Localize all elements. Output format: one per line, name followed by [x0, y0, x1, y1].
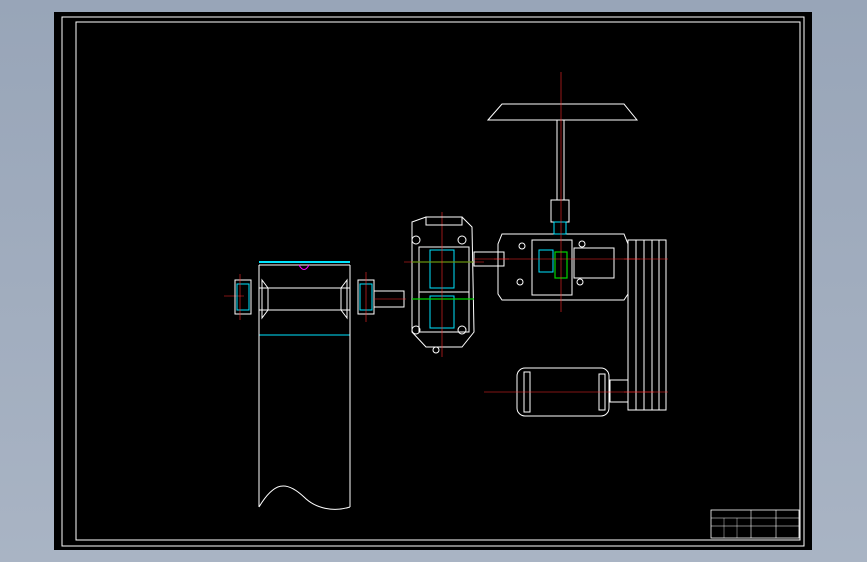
bevel-bolt-2: [578, 240, 586, 248]
drum-end-hub-left: [261, 278, 269, 320]
drum-end-hub-right: [340, 278, 348, 320]
inner-frame-border: [75, 21, 801, 541]
reducer-upper-gear-section: [418, 246, 470, 293]
reducer-top-cap: [425, 216, 463, 226]
drum-conveyor: [224, 261, 406, 510]
bevel-pinion: [538, 249, 554, 273]
reducer-drain-plug: [432, 346, 440, 354]
drum-shell-outline: [259, 264, 350, 336]
reducer-bolt-top-left: [411, 235, 421, 245]
drum-shaft: [259, 287, 350, 311]
belt-break-line: [258, 485, 351, 510]
reducer-bolt-bottom-right: [457, 325, 467, 335]
drawing-canvas[interactable]: [54, 12, 812, 550]
belt-outline: [258, 265, 351, 507]
bevel-gear-box: [494, 199, 640, 301]
outer-sheet-border: [61, 16, 805, 547]
bevel-bolt-1: [518, 242, 526, 250]
fan-blade: [486, 72, 639, 312]
title-block: [710, 509, 800, 539]
bevel-box-inner: [531, 239, 573, 296]
v-belt-pulley: [624, 239, 668, 411]
transmission-drawing: [61, 16, 805, 547]
drum-key-mark: [298, 264, 310, 270]
bevel-bolt-3: [516, 278, 524, 286]
bevel-bolt-4: [576, 278, 584, 286]
cad-viewport[interactable]: [0, 0, 867, 562]
bevel-output-bearing: [573, 247, 615, 279]
fan-blade-outline: [486, 103, 639, 121]
vertical-coupling: [550, 199, 570, 223]
bevel-box-housing: [497, 233, 629, 301]
pulley-outline: [627, 239, 667, 411]
vertical-coupling-hub: [553, 221, 567, 235]
motor-shaft-end: [609, 379, 629, 403]
reducer-bolt-top-right: [457, 235, 467, 245]
left-bearing-seat: [236, 283, 250, 311]
two-stage-gear-reducer: [404, 212, 509, 357]
